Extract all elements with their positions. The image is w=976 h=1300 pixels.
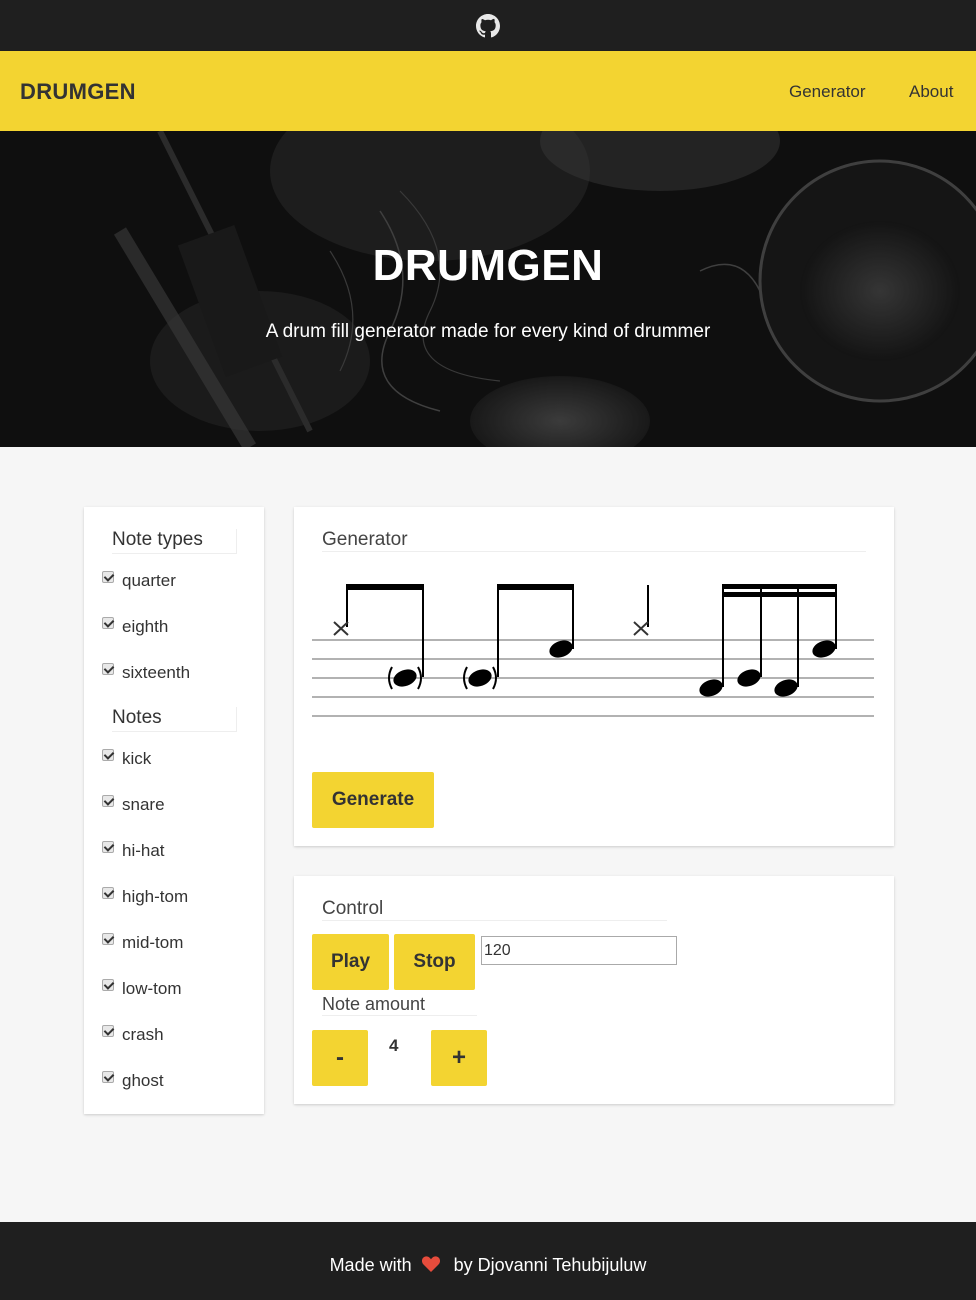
checkbox-label: sixteenth [122,663,191,682]
checkbox-label: quarter [122,571,176,590]
checkbox-icon[interactable] [102,841,114,853]
checkbox-icon[interactable] [102,663,114,675]
checkbox-label: eighth [122,617,169,636]
checkbox-snare[interactable]: snare [102,793,165,817]
checkbox-quarter[interactable]: quarter [102,569,176,593]
checkbox-eighth[interactable]: eighth [102,615,168,639]
note-group-4 [699,584,837,697]
checkbox-label: ghost [122,1071,164,1090]
checkbox-ghost[interactable]: ghost [102,1069,164,1093]
checkbox-hi-hat[interactable]: hi-hat [102,839,165,863]
checkbox-low-tom[interactable]: low-tom [102,977,182,1001]
note-group-1 [333,584,424,690]
hero-title: DRUMGEN [372,241,604,290]
checkbox-icon[interactable] [102,1025,114,1037]
checkbox-crash[interactable]: crash [102,1023,164,1047]
hero-subtitle: A drum fill generator made for every kin… [265,321,711,342]
control-panel: Control Play Stop Note amount - 4 + [294,876,894,1104]
note-amount-value: 4 [389,1036,399,1055]
checkbox-label: crash [122,1025,164,1044]
heart-icon [421,1255,441,1278]
checkbox-icon[interactable] [102,795,114,807]
tempo-input[interactable] [481,936,677,965]
options-sidebar: Note types quarter eighth sixteenth Note… [84,507,264,1114]
generator-panel: Generator Generate [294,507,894,846]
note-group-3 [633,585,649,636]
checkbox-label: hi-hat [122,841,165,860]
checkbox-label: kick [122,749,152,768]
checkbox-label: mid-tom [122,933,184,952]
checkbox-icon[interactable] [102,887,114,899]
drum-notation-staff [312,584,874,717]
play-button[interactable]: Play [312,934,389,990]
footer-author: by Djovanni Tehubijuluw [453,1255,647,1275]
generate-button[interactable]: Generate [312,772,434,828]
checkbox-sixteenth[interactable]: sixteenth [102,661,190,685]
checkbox-label: low-tom [122,979,182,998]
checkbox-mid-tom[interactable]: mid-tom [102,931,183,955]
footer: Made with by Djovanni Tehubijuluw [0,1222,976,1300]
checkbox-icon[interactable] [102,1071,114,1083]
github-icon[interactable] [476,13,500,38]
navbar: DRUMGEN Generator About [0,51,976,131]
checkbox-label: high-tom [122,887,189,906]
hero-banner: DRUMGEN A drum fill generator made for e… [0,131,976,447]
increment-button[interactable]: + [431,1030,487,1086]
notes-heading: Notes [112,707,237,732]
checkbox-kick[interactable]: kick [102,747,151,771]
brand-logo[interactable]: DRUMGEN [20,79,136,105]
control-title: Control [322,898,667,921]
footer-made-with: Made with [329,1255,412,1275]
note-amount-label: Note amount [322,994,477,1016]
checkbox-icon[interactable] [102,571,114,583]
note-types-heading: Note types [112,529,237,554]
generator-title: Generator [322,529,866,552]
checkbox-icon[interactable] [102,979,114,991]
checkbox-label: snare [122,795,165,814]
footer-credit: Made with by Djovanni Tehubijuluw [0,1255,976,1278]
note-group-2 [463,584,574,690]
nav-link-generator[interactable]: Generator [789,82,866,102]
checkbox-icon[interactable] [102,617,114,629]
checkbox-high-tom[interactable]: high-tom [102,885,188,909]
checkbox-icon[interactable] [102,749,114,761]
stop-button[interactable]: Stop [394,934,475,990]
nav-link-about[interactable]: About [909,82,953,102]
decrement-button[interactable]: - [312,1030,368,1086]
top-bar [0,0,976,51]
checkbox-icon[interactable] [102,933,114,945]
